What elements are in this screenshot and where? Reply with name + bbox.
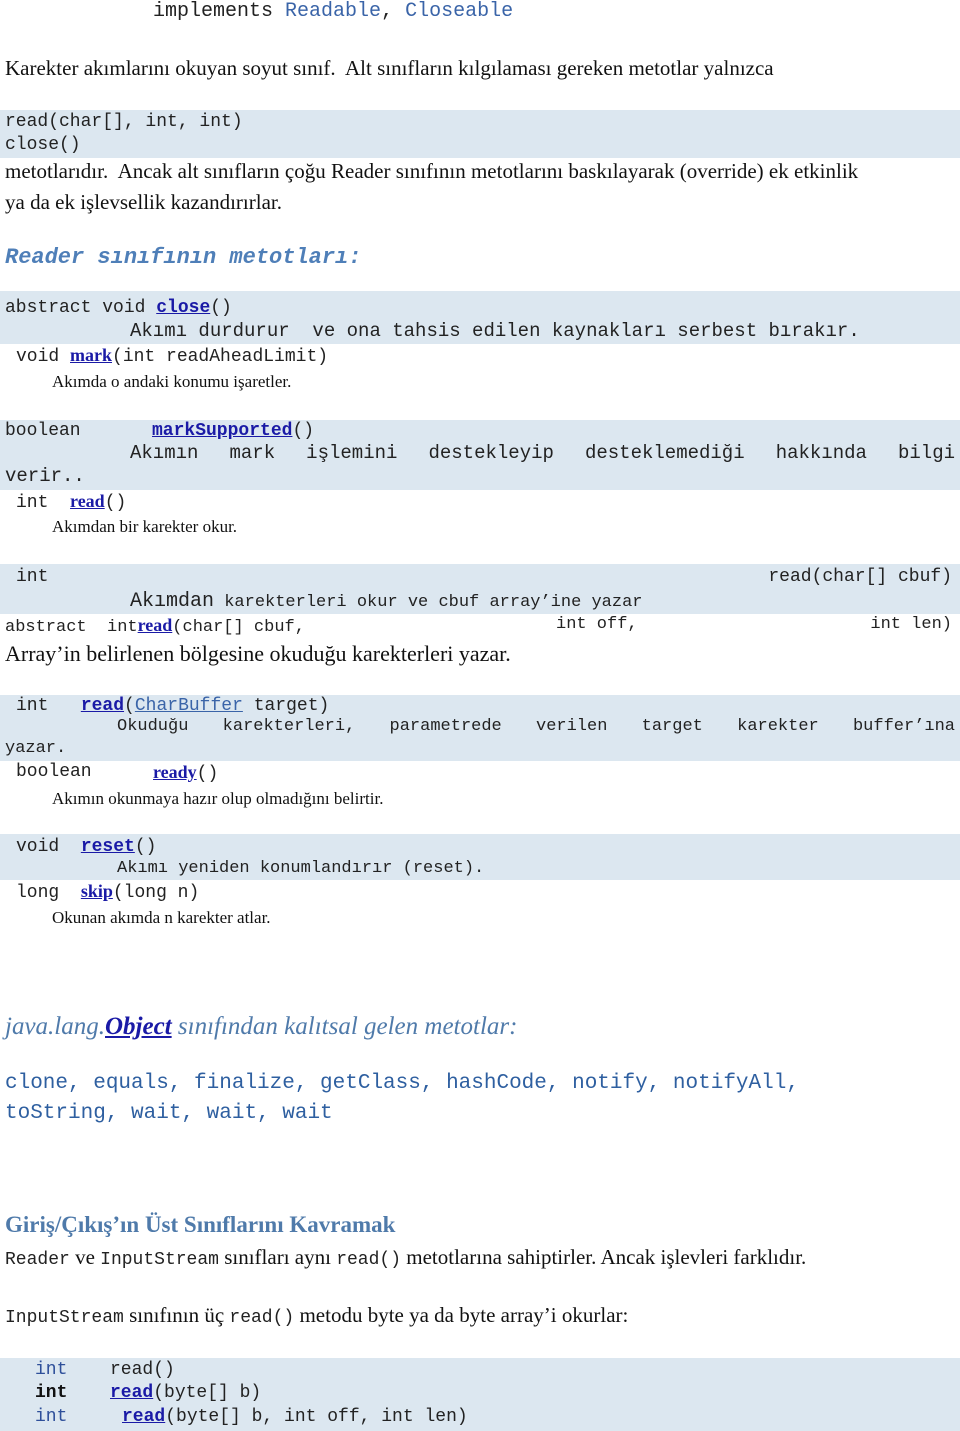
method-name: read xyxy=(110,1360,154,1380)
reset-link[interactable]: reset xyxy=(81,837,135,857)
ready-desc: Akımın okunmaya hazır olup olmadığını be… xyxy=(52,789,384,808)
method-read-cbuf-type: int xyxy=(16,567,49,587)
text: metodu byte ya da byte array’i okurlar: xyxy=(294,1303,629,1327)
heading-suffix: sınıfından kalıtsal gelen metotlar: xyxy=(171,1013,518,1040)
object-link[interactable]: Object xyxy=(105,1013,172,1040)
closeable-link[interactable]: Closeable xyxy=(405,0,513,23)
inputstream-read-type: int xyxy=(35,1407,68,1427)
intro-text: Karekter akımlarını okuyan soyut sınıf. … xyxy=(5,56,774,80)
method-mark: void mark(int readAheadLimit) xyxy=(16,346,328,366)
text: sınıfları aynı xyxy=(218,1245,337,1269)
params: () xyxy=(292,421,315,441)
code: InputStream xyxy=(100,1250,219,1270)
close-desc: Akımı durdurur ve ona tahsis edilen kayn… xyxy=(130,320,860,342)
method-read-charbuffer: int read(CharBuffer target) xyxy=(16,697,329,715)
inputstream-read-type: int xyxy=(35,1360,68,1380)
text: sınıfının üç xyxy=(123,1303,230,1327)
params: (byte[] b) xyxy=(153,1383,262,1403)
inherited-heading: java.lang.Object sınıfından kalıtsal gel… xyxy=(5,1014,517,1039)
methods-heading: Reader sınıfının metotları: xyxy=(5,245,362,270)
intro-text-3: ya da ek işlevsellik kazandırırlar. xyxy=(5,190,282,214)
type: void xyxy=(16,837,71,857)
params: () xyxy=(153,1360,175,1380)
implements-line: implements Readable, Closeable xyxy=(153,2,513,22)
code: read() xyxy=(229,1308,295,1328)
section-para-2: InputStream sınıfının üç read() metodu b… xyxy=(5,1303,629,1328)
params: target) xyxy=(242,696,330,716)
skip-desc: Okunan akımda n karekter atlar. xyxy=(52,908,271,927)
params: () xyxy=(196,764,219,784)
read-abstract-desc: Array’in belirlenen bölgesine okuduğu ka… xyxy=(5,641,511,666)
method-close: abstract void close() xyxy=(5,299,232,317)
params: (long n) xyxy=(112,883,200,903)
params: (int readAheadLimit) xyxy=(112,347,329,367)
reset-desc: Akımı yeniden konumlandırır (reset). xyxy=(117,859,485,878)
close-link[interactable]: close xyxy=(156,298,210,318)
text: metotlarına sahiptirler. Ancak işlevleri… xyxy=(401,1245,807,1269)
inherited-methods-1: clone, equals, finalize, getClass, hashC… xyxy=(5,1072,799,1095)
read-link[interactable]: read xyxy=(70,491,105,511)
skip-link[interactable]: skip xyxy=(81,881,113,901)
ready-link[interactable]: ready xyxy=(153,762,197,782)
code-close: close() xyxy=(5,135,81,155)
charbuffer-link[interactable]: CharBuffer xyxy=(135,696,243,716)
code: read() xyxy=(336,1250,402,1270)
inputstream-read: read() xyxy=(110,1361,175,1379)
marksupported-desc: Akımın mark işlemini destekleyip destekl… xyxy=(130,442,955,464)
type: long xyxy=(16,883,71,903)
params: () xyxy=(134,837,157,857)
mark-link[interactable]: mark xyxy=(70,345,112,365)
method-ready-type: boolean xyxy=(16,762,92,782)
inputstream-read: read(byte[] b, int off, int len) xyxy=(122,1408,468,1426)
readable-link[interactable]: Readable xyxy=(285,0,381,23)
type: int xyxy=(16,696,60,716)
mark-desc: Akımda o andaki konumu işaretler. xyxy=(52,372,292,391)
read-desc: Akımdan bir karekter okur. xyxy=(52,517,238,536)
method-skip: long skip(long n) xyxy=(16,882,199,902)
type: int xyxy=(16,493,60,513)
paren: ( xyxy=(124,696,135,716)
marksupported-link[interactable]: markSupported xyxy=(152,421,292,441)
desc-start: Akımdan xyxy=(130,590,215,613)
modifier: abstract int xyxy=(5,618,138,637)
method-reset: void reset() xyxy=(16,838,156,856)
params: (byte[] b, int off, int len) xyxy=(165,1407,468,1427)
read-link[interactable]: read xyxy=(81,696,124,716)
method-marksupported: markSupported() xyxy=(152,422,314,440)
params: () xyxy=(210,298,232,318)
text: ve xyxy=(69,1245,101,1269)
package-name: java.lang. xyxy=(5,1013,105,1040)
read-link[interactable]: read xyxy=(110,1383,153,1403)
inputstream-read: read(byte[] b) xyxy=(110,1384,261,1402)
modifier: void xyxy=(16,347,71,367)
param-len: int len) xyxy=(870,615,952,634)
read-charbuffer-desc: Okuduğu karekterleri, parametrede verile… xyxy=(117,717,955,736)
param-off: int off, xyxy=(556,615,638,634)
read-link[interactable]: read xyxy=(138,615,173,635)
code-read: read(char[], int, int) xyxy=(5,112,243,132)
read-cbuf-desc: Akımdan karekterleri okur ve cbuf array’… xyxy=(130,592,643,612)
method-read-cbuf: read(char[] cbuf) xyxy=(768,567,952,587)
separator: , xyxy=(381,0,406,23)
code: InputStream xyxy=(5,1308,124,1328)
method-marksupported-type: boolean xyxy=(5,421,81,441)
inherited-methods-2: toString, wait, wait, wait xyxy=(5,1102,333,1125)
read-charbuffer-desc-2: yazar. xyxy=(5,739,67,758)
desc-rest: karekterleri okur ve cbuf array’ine yaza… xyxy=(214,593,643,612)
section-title: Giriş/Çıkış’ın Üst Sınıflarını Kavramak xyxy=(5,1212,396,1237)
param-cbuf: (char[] cbuf, xyxy=(172,618,305,637)
inputstream-read-type: int xyxy=(35,1383,68,1403)
marksupported-desc-2: verir.. xyxy=(5,465,85,487)
implements-keyword: implements xyxy=(153,0,274,23)
section-para-1: Reader ve InputStream sınıfları aynı rea… xyxy=(5,1245,807,1270)
method-ready: ready() xyxy=(153,763,218,783)
intro-text-2: metotlarıdır. Ancak alt sınıfların çoğu … xyxy=(5,159,859,183)
method-read: int read() xyxy=(16,492,126,512)
read-link[interactable]: read xyxy=(122,1407,165,1427)
modifier: abstract void xyxy=(5,298,157,318)
code: Reader xyxy=(5,1250,70,1270)
params: () xyxy=(104,493,127,513)
method-read-abstract: abstract intread(char[] cbuf, xyxy=(5,616,305,636)
